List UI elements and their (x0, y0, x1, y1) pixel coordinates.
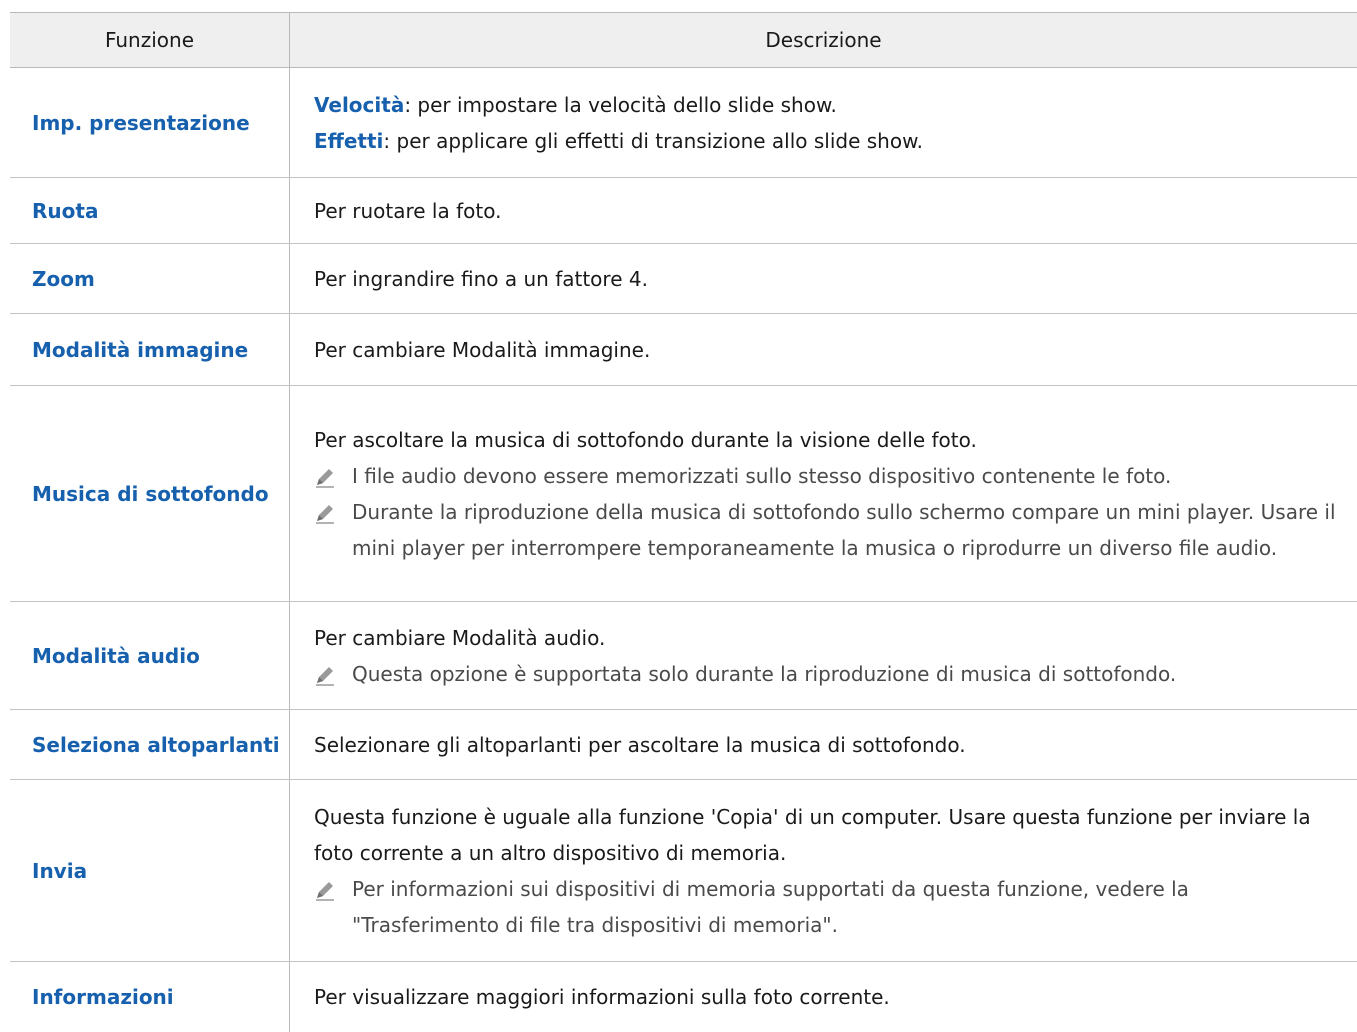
table-row: Seleziona altoparlanti Selezionare gli a… (10, 710, 1357, 780)
function-name: Invia (10, 780, 290, 961)
note: Durante la riproduzione della musica di … (314, 494, 1357, 566)
pencil-note-icon (314, 458, 352, 494)
term-velocita-text: : per impostare la velocità dello slide … (404, 92, 837, 117)
table-header: Funzione Descrizione (10, 13, 1357, 68)
function-description: Per cambiare Modalità immagine. (314, 337, 651, 362)
function-description: Per ruotare la foto. (314, 198, 502, 223)
term-velocita: Velocità (314, 92, 405, 117)
description-text: Questa funzione è uguale alla funzione '… (314, 804, 1311, 865)
table-row: Ruota Per ruotare la foto. (10, 178, 1357, 244)
function-description: Questa funzione è uguale alla funzione '… (290, 780, 1357, 961)
pencil-note-icon (314, 871, 352, 943)
function-name: Musica di sottofondo (10, 386, 290, 601)
pencil-note-icon (314, 656, 352, 692)
function-name: Ruota (10, 178, 290, 243)
function-name: Modalità audio (10, 602, 290, 709)
note: Questa opzione è supportata solo durante… (314, 656, 1357, 692)
note-text: Per informazioni sui dispositivi di memo… (352, 876, 1189, 937)
header-funzione: Funzione (10, 13, 290, 67)
function-table: Funzione Descrizione Imp. presentazione … (10, 12, 1357, 1032)
pencil-note-icon (314, 494, 352, 566)
function-description: Selezionare gli altoparlanti per ascolta… (314, 732, 966, 757)
table-row: Musica di sottofondo Per ascoltare la mu… (10, 386, 1357, 602)
function-description: Per ingrandire fino a un fattore 4. (314, 266, 648, 291)
description-line: Velocità: per impostare la velocità dell… (314, 87, 1357, 123)
table-row: Zoom Per ingrandire fino a un fattore 4. (10, 244, 1357, 314)
function-name: Imp. presentazione (10, 68, 290, 177)
table-row: Invia Questa funzione è uguale alla funz… (10, 780, 1357, 962)
description-text: Per ascoltare la musica di sottofondo du… (314, 427, 977, 452)
header-descrizione: Descrizione (765, 28, 882, 52)
function-name: Seleziona altoparlanti (10, 710, 290, 779)
note-text: Durante la riproduzione della musica di … (352, 499, 1336, 560)
note: I file audio devono essere memorizzati s… (314, 458, 1357, 494)
description-text: Per cambiare Modalità audio. (314, 625, 606, 650)
function-description: Per cambiare Modalità audio. Questa opzi… (290, 602, 1357, 709)
term-effetti-text: : per applicare gli effetti di transizio… (383, 128, 923, 153)
table-row: Modalità immagine Per cambiare Modalità … (10, 314, 1357, 386)
function-name: Zoom (10, 244, 290, 313)
function-description: Per ascoltare la musica di sottofondo du… (290, 386, 1357, 601)
function-name: Modalità immagine (10, 314, 290, 385)
note-text: I file audio devono essere memorizzati s… (352, 463, 1172, 488)
term-effetti: Effetti (314, 128, 384, 153)
function-description: Velocità: per impostare la velocità dell… (290, 68, 1357, 177)
table-row: Modalità audio Per cambiare Modalità aud… (10, 602, 1357, 710)
note-text: Questa opzione è supportata solo durante… (352, 661, 1177, 686)
note: Per informazioni sui dispositivi di memo… (314, 871, 1357, 943)
table-row: Imp. presentazione Velocità: per imposta… (10, 68, 1357, 178)
description-line: Effetti: per applicare gli effetti di tr… (314, 123, 1357, 159)
